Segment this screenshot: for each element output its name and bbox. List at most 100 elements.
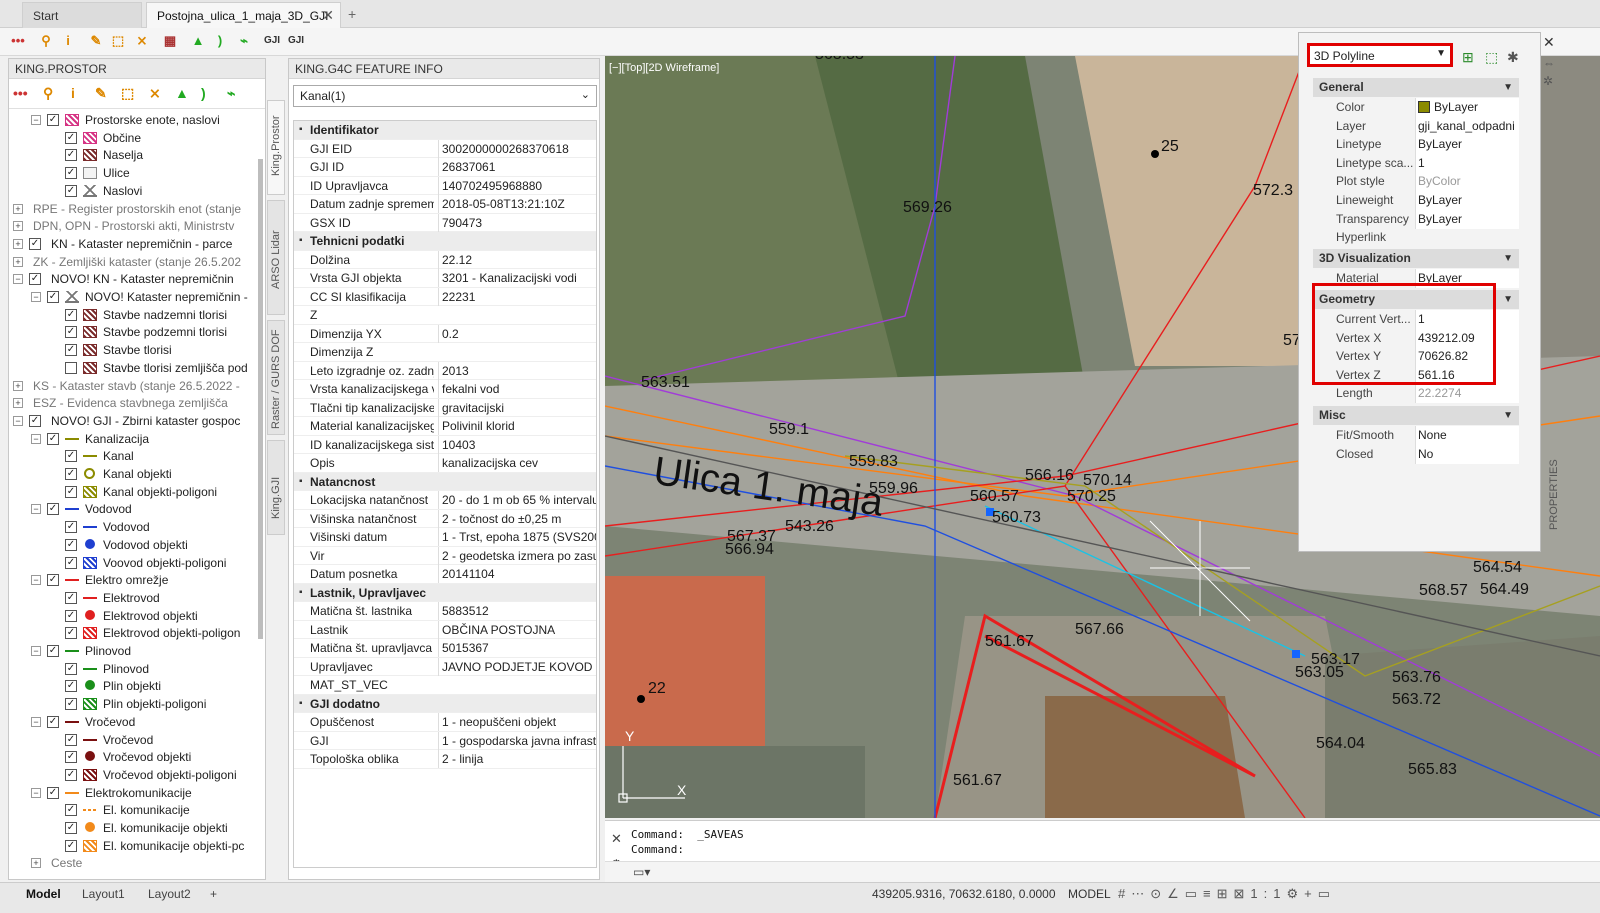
tree-item[interactable]: ✓ Plin objekti-poligoni	[9, 695, 259, 713]
terrain-icon[interactable]: ▲	[188, 31, 208, 51]
property-row[interactable]: Matična št. lastnika 5883512	[294, 602, 596, 621]
layer-checkbox[interactable]: ✓	[65, 450, 77, 463]
property-row[interactable]: Vrsta GJI objekta 3201 - Kanalizacijski v…	[294, 269, 596, 288]
property-row[interactable]: Datum zadnje spremem 2018-05-08T13:21:10Z	[294, 195, 596, 214]
layer-checkbox[interactable]: ✓	[65, 521, 77, 534]
search-icon[interactable]: ⚲	[43, 85, 53, 102]
property-row[interactable]: Linetype ByLayer	[1313, 135, 1519, 155]
layer-checkbox[interactable]: ✓	[65, 538, 77, 551]
property-category[interactable]: Lastnik, Upravljavec	[294, 583, 596, 602]
expand-toggle-icon[interactable]: +	[13, 238, 23, 249]
close-tab-icon[interactable]: ✕	[322, 7, 334, 24]
expand-toggle-icon[interactable]: −	[31, 115, 41, 125]
expand-toggle-icon[interactable]: +	[13, 256, 23, 267]
tree-item[interactable]: ✓ Naslovi	[9, 182, 259, 200]
property-row[interactable]: MAT_ST_VEC	[294, 676, 596, 695]
property-row[interactable]: Višinska natančnost 2 - točnost do ±0,25 …	[294, 509, 596, 528]
tag-icon[interactable]: ⬚	[121, 85, 134, 102]
layer-checkbox[interactable]: ✓	[65, 733, 77, 746]
property-category[interactable]: Tehnicni podatki	[294, 232, 596, 251]
tab-start[interactable]: Start	[22, 2, 142, 28]
pickadd-icon[interactable]: ✱	[1507, 49, 1519, 66]
property-row[interactable]: GJI EID 3002000000268370618	[294, 139, 596, 158]
expand-toggle-icon[interactable]: +	[31, 858, 41, 869]
section-viz[interactable]: 3D Visualization ▼	[1313, 249, 1519, 268]
layer-checkbox[interactable]: ✓	[65, 326, 77, 339]
tree-item[interactable]: ✓ Vročevod objekti-poligoni	[9, 766, 259, 784]
gji-icon[interactable]: GJI	[262, 31, 282, 51]
tree-item[interactable]: ✓ Stavbe podzemni tlorisi	[9, 323, 259, 341]
tree-item[interactable]: + DPN, OPN - Prostorski akti, Ministrstv	[9, 217, 259, 235]
close-icon[interactable]: ✕	[611, 831, 622, 847]
tree-item[interactable]: ✓ Elektrovod objekti	[9, 607, 259, 625]
tree-item[interactable]: + RPE - Register prostorskih enot (stanje	[9, 200, 259, 218]
command-input[interactable]: ▭▾	[605, 861, 1600, 882]
property-row[interactable]: Matična št. upravljavca 5015367	[294, 639, 596, 658]
property-row[interactable]: Dolžina 22.12	[294, 250, 596, 269]
expand-toggle-icon[interactable]: +	[13, 398, 23, 409]
tree-item[interactable]: − ✓ NOVO! GJI - Zbirni kataster gospoc	[9, 412, 259, 430]
property-row[interactable]: Upravljavec JAVNO PODJETJE KOVOD POSTO	[294, 657, 596, 676]
tab-drawing[interactable]: Postojna_ulica_1_maja_3D_GJI ✕	[146, 2, 341, 28]
property-row[interactable]: Topološka oblika 2 - linija	[294, 750, 596, 769]
tree-item[interactable]: ✓ Vodovod	[9, 518, 259, 536]
tree-item[interactable]: + Ceste	[9, 854, 259, 872]
tree-item[interactable]: − ✓ Vodovod	[9, 500, 259, 518]
crossing-icon[interactable]: ⨯	[149, 85, 161, 102]
layer-checkbox[interactable]: ✓	[65, 822, 77, 834]
property-row[interactable]: ID Upravljavca 140702495968880	[294, 176, 596, 195]
property-row[interactable]: Material kanalizacijskeg Polivinil klorid	[294, 417, 596, 436]
property-row[interactable]: Z	[294, 306, 596, 325]
property-row[interactable]: Leto izgradnje oz. zadnj 2013	[294, 361, 596, 380]
layer-checkbox[interactable]: ✓	[65, 839, 77, 852]
layer-checkbox[interactable]: ✓	[65, 698, 77, 711]
tree-item[interactable]: ✓ El. komunikacije	[9, 801, 259, 819]
tree-item[interactable]: + ZK - Zemljiški kataster (stanje 26.5.20…	[9, 253, 259, 271]
settings-icon[interactable]: ✲	[1543, 74, 1553, 88]
tree-item[interactable]: ✓ Elektrovod	[9, 589, 259, 607]
tree-item[interactable]: ✓ Plinovod	[9, 660, 259, 678]
side-tab-raster[interactable]: Raster / GURS DOF	[267, 320, 285, 435]
expand-toggle-icon[interactable]: −	[13, 415, 23, 426]
layer-checkbox[interactable]: ✓	[65, 468, 77, 480]
new-tab-icon[interactable]: +	[348, 6, 356, 22]
property-row[interactable]: Transparency ByLayer	[1313, 209, 1519, 229]
profile-icon[interactable]: ⌁	[234, 31, 254, 51]
layer-checkbox[interactable]: ✓	[65, 167, 77, 180]
tree-item[interactable]: − ✓ Plinovod	[9, 642, 259, 660]
layer-checkbox[interactable]: ✓	[47, 291, 59, 303]
property-row[interactable]: GSX ID 790473	[294, 213, 596, 232]
expand-toggle-icon[interactable]: +	[13, 221, 23, 232]
tree-item[interactable]: ✓ Stavbe tlorisi	[9, 341, 259, 359]
property-row[interactable]: Lastnik OBČINA POSTOJNA	[294, 620, 596, 639]
layers-icon[interactable]: ▦	[160, 31, 180, 51]
viewport-controls-label[interactable]: [−][Top][2D Wireframe]	[609, 62, 719, 74]
layer-checkbox[interactable]: ✓	[65, 344, 77, 357]
tree-item[interactable]: − ✓ Kanalizacija	[9, 430, 259, 448]
property-row[interactable]: Vrsta kanalizacijskega vo fekalni vod	[294, 380, 596, 399]
property-row[interactable]: Tlačni tip kanalizacijskeg gravitacijski	[294, 398, 596, 417]
tree-item[interactable]: ✓ Vročevod objekti	[9, 748, 259, 766]
layer-checkbox[interactable]: ✓	[65, 609, 77, 622]
vertex-grip[interactable]	[1292, 650, 1300, 658]
layer-checkbox[interactable]: ✓	[65, 768, 77, 781]
tree-item[interactable]: − ✓ Prostorske enote, naslovi	[9, 111, 259, 129]
section-general[interactable]: General ▼	[1313, 78, 1519, 97]
command-prompt-icon[interactable]: ▭▾	[633, 865, 650, 879]
quick-select-icon[interactable]: ⊞	[1462, 49, 1474, 66]
property-category[interactable]: Identifikator	[294, 121, 596, 140]
property-row[interactable]: Color ByLayer	[1313, 98, 1519, 117]
layer-checkbox[interactable]: ✓	[47, 114, 59, 126]
close-icon[interactable]: ✕	[1543, 34, 1555, 51]
tree-item[interactable]: − ✓ NOVO! KN - Kataster nepremičnin	[9, 270, 259, 288]
layer-checkbox[interactable]: ✓	[47, 715, 59, 728]
layer-checkbox[interactable]: ✓	[65, 751, 77, 764]
property-row[interactable]: Hyperlink	[1313, 228, 1519, 247]
model-space-button[interactable]: MODEL	[1068, 887, 1111, 901]
property-row[interactable]: Vir 2 - geodetska izmera po zasutju	[294, 546, 596, 565]
layer-checkbox[interactable]: ✓	[65, 591, 77, 604]
tree-item[interactable]: ✓ Vročevod	[9, 731, 259, 749]
expand-toggle-icon[interactable]: −	[31, 716, 41, 727]
tree-item[interactable]: ✓ Občine	[9, 129, 259, 147]
layer-checkbox[interactable]: ✓	[65, 485, 77, 498]
